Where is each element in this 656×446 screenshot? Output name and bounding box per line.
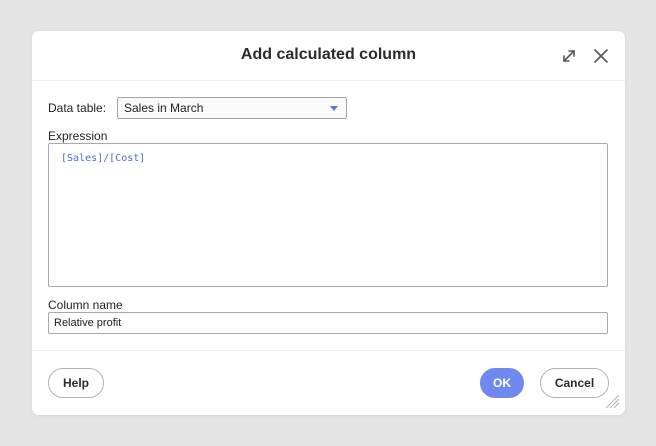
close-x-icon [594, 49, 608, 63]
expression-text: [Sales]/[Cost] [61, 153, 146, 164]
dialog-title: Add calculated column [240, 46, 417, 63]
data-table-select[interactable]: Sales in March [117, 97, 347, 119]
resize-grip[interactable] [604, 393, 620, 409]
close-button[interactable] [591, 46, 611, 66]
data-table-label: Data table: [48, 101, 107, 115]
column-name-input[interactable]: Relative profit [48, 312, 608, 334]
expression-editor[interactable]: [Sales]/[Cost] [48, 143, 608, 287]
expression-label: Expression [48, 129, 108, 143]
column-name-label: Column name [48, 298, 123, 312]
resize-grip-icon [605, 394, 620, 409]
chevron-down-icon [330, 106, 338, 111]
footer-divider [32, 350, 625, 351]
header-divider [32, 80, 625, 81]
ok-button[interactable]: OK [480, 368, 524, 398]
add-calculated-column-dialog: Add calculated column Data table: Sales … [32, 31, 625, 415]
expand-arrows-icon [563, 50, 575, 62]
cancel-button[interactable]: Cancel [540, 368, 609, 398]
data-table-selected-value: Sales in March [124, 101, 204, 115]
help-button[interactable]: Help [48, 368, 104, 398]
expand-button[interactable] [559, 46, 579, 66]
